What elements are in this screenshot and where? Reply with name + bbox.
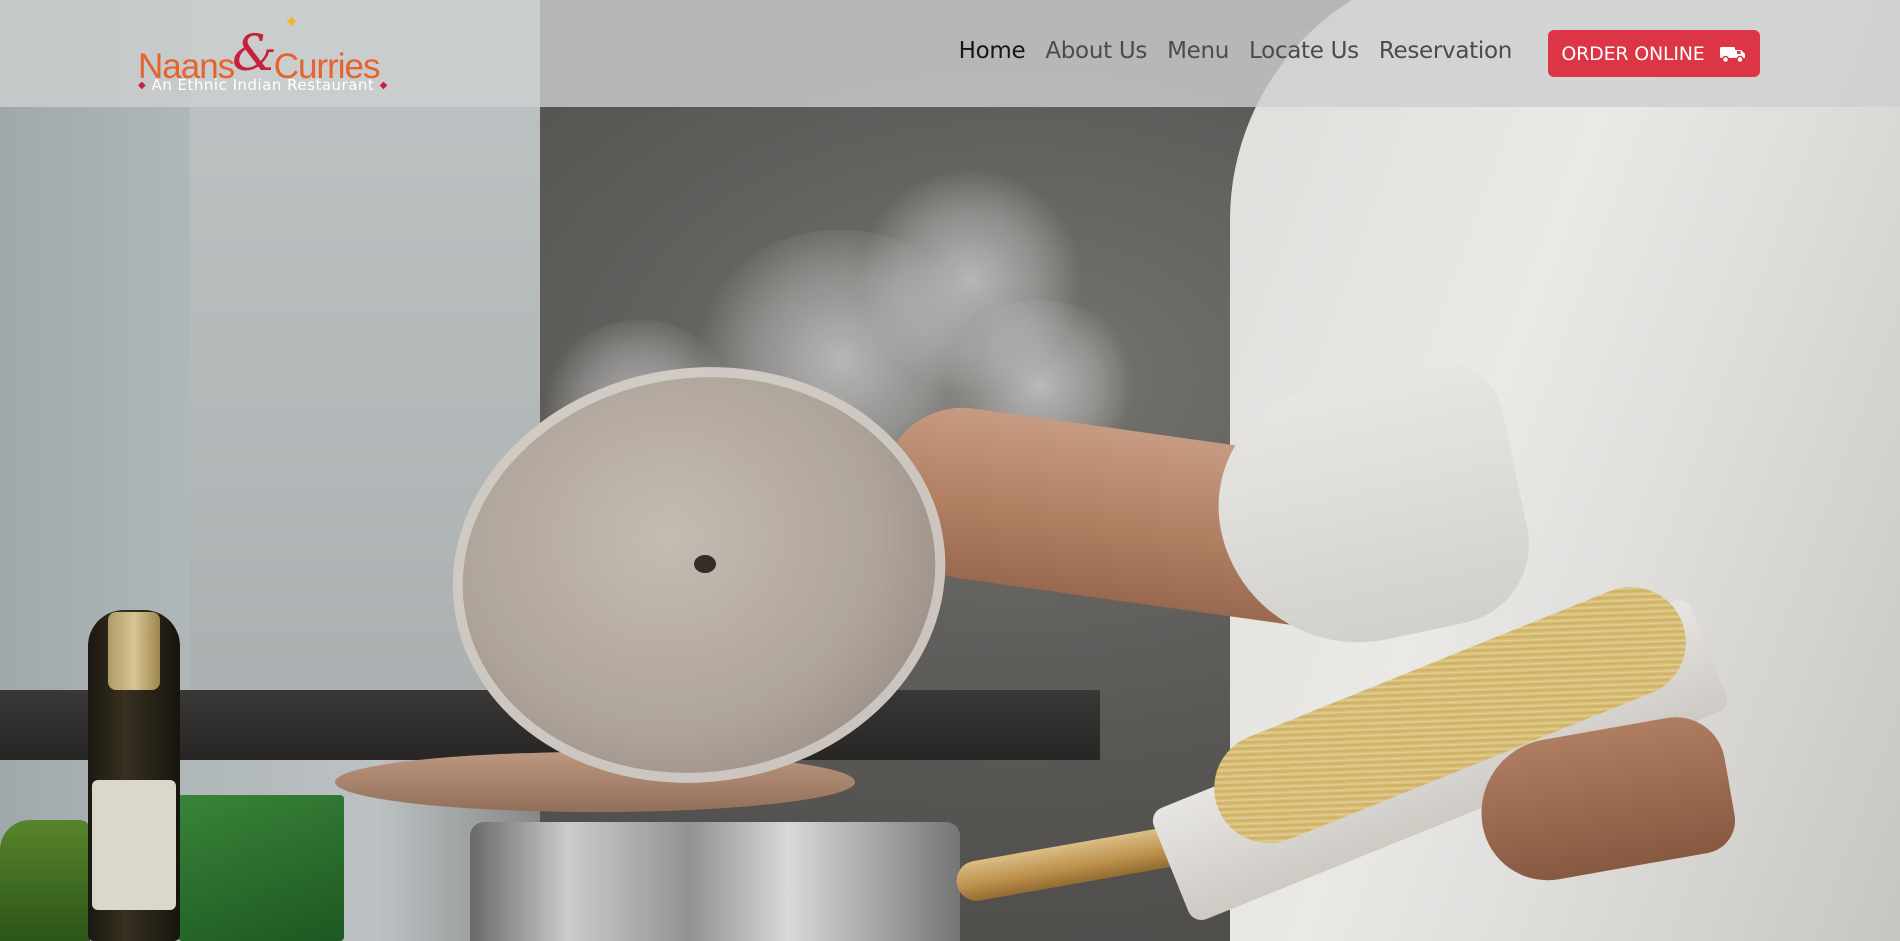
main-nav: Home About Us Menu Locate Us Reservation [959,38,1513,64]
top-navbar: ✦ Naans&Curries ◆ An Ethnic Indian Resta… [0,0,1900,107]
nav-about-us[interactable]: About Us [1045,38,1147,64]
order-online-label: ORDER ONLINE [1561,42,1705,65]
tagline-dot-icon: ◆ [138,80,147,91]
brand-tagline-text: An Ethnic Indian Restaurant [151,76,375,94]
order-online-button[interactable]: ORDER ONLINE [1548,30,1760,77]
brand-name-ampersand: & [232,24,277,82]
truck-icon [1719,46,1745,63]
hero-overlay [0,0,1900,941]
nav-home[interactable]: Home [959,38,1026,64]
brand-tagline: ◆ An Ethnic Indian Restaurant ◆ [138,76,388,94]
logo-star-icon: ✦ [284,12,300,33]
nav-locate-us[interactable]: Locate Us [1249,38,1359,64]
nav-reservation[interactable]: Reservation [1379,38,1512,64]
brand-logo-link[interactable]: ✦ Naans&Curries ◆ An Ethnic Indian Resta… [138,12,394,96]
nav-menu[interactable]: Menu [1167,38,1229,64]
hero-background [0,0,1900,941]
tagline-dot-icon: ◆ [379,80,388,91]
